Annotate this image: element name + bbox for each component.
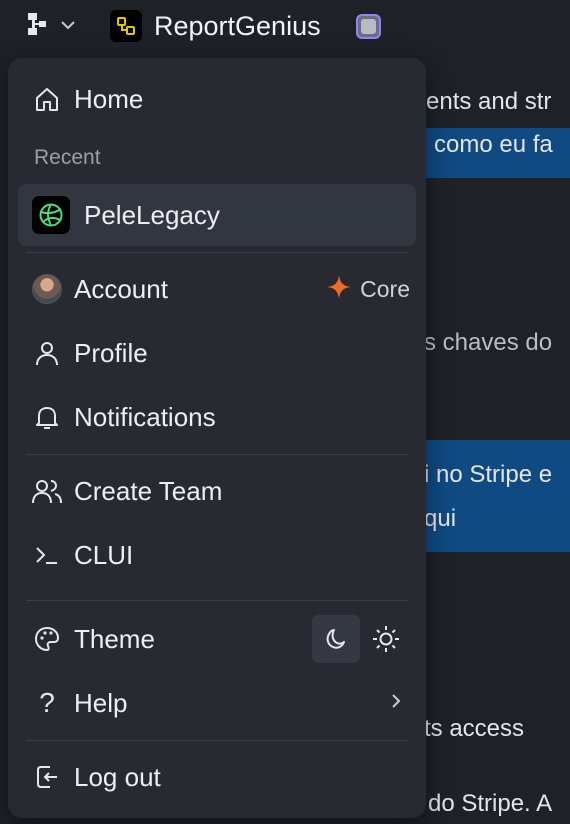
- recent-item-pelelegacy[interactable]: PeleLegacy: [18, 184, 416, 246]
- app-logo[interactable]: [110, 10, 142, 42]
- user-icon: [30, 336, 64, 370]
- palette-icon: [30, 622, 64, 656]
- recent-section-label: Recent: [34, 146, 101, 169]
- menu-label: Help: [74, 687, 128, 718]
- menu-label: Home: [74, 83, 144, 114]
- divider: [26, 454, 408, 455]
- menu-item-clui[interactable]: CLUI: [24, 530, 410, 580]
- menu-label: Profile: [74, 337, 148, 368]
- top-bar: ReportGenius: [0, 0, 570, 52]
- menu-item-account[interactable]: Account Core: [24, 264, 410, 314]
- users-icon: [30, 474, 64, 508]
- menu-label: CLUI: [74, 539, 134, 570]
- workspace-switcher-icon: [26, 11, 50, 42]
- divider: [26, 252, 408, 253]
- plan-badge: Core: [326, 274, 410, 305]
- menu-label: Create Team: [74, 475, 223, 506]
- menu-item-notifications[interactable]: Notifications: [24, 392, 410, 442]
- menu-label: Account: [74, 273, 168, 304]
- theme-toggle: [312, 614, 410, 664]
- bg-text-line: qui: [424, 505, 457, 532]
- chevron-down-icon: [60, 17, 76, 35]
- bg-text-line: do Stripe. A: [428, 790, 553, 817]
- bg-text-line: ts access: [424, 715, 525, 742]
- bg-text-line: s chaves do: [424, 329, 553, 356]
- bell-icon: [30, 400, 64, 434]
- menu-label: Theme: [74, 623, 155, 654]
- highlight-block: [426, 440, 570, 552]
- recent-item-label: PeleLegacy: [84, 199, 220, 230]
- sparkle-icon: [326, 274, 352, 305]
- divider: [26, 740, 408, 741]
- volleyball-icon: [32, 196, 70, 234]
- menu-item-create-team[interactable]: Create Team: [24, 466, 410, 516]
- square-status-icon[interactable]: [356, 14, 381, 39]
- sun-icon[interactable]: [362, 615, 410, 663]
- menu-item-theme: Theme: [24, 614, 410, 664]
- logout-icon: [30, 760, 64, 794]
- menu-label: Notifications: [74, 401, 216, 432]
- chevron-right-icon: [390, 692, 402, 715]
- menu-item-logout[interactable]: Log out: [24, 752, 410, 802]
- app-title[interactable]: ReportGenius: [154, 10, 321, 42]
- bg-text-line: i no Stripe e: [424, 461, 553, 488]
- user-menu: Home Recent PeleLegacy Account Core Prof…: [8, 58, 426, 818]
- menu-label: Log out: [74, 761, 161, 792]
- plan-label: Core: [360, 275, 410, 302]
- menu-item-home[interactable]: Home: [24, 74, 410, 124]
- terminal-icon: [30, 538, 64, 572]
- avatar: [30, 272, 64, 306]
- bg-text-line: como eu fa: [434, 131, 553, 158]
- workspace-switcher[interactable]: [26, 12, 82, 40]
- menu-item-help[interactable]: ? Help: [24, 678, 410, 728]
- divider: [26, 600, 408, 601]
- question-icon: ?: [39, 687, 55, 718]
- moon-icon[interactable]: [312, 615, 360, 663]
- home-icon: [30, 82, 64, 116]
- menu-item-profile[interactable]: Profile: [24, 328, 410, 378]
- bg-text-line: ents and str: [426, 88, 552, 115]
- app-logo-icon: [117, 17, 135, 35]
